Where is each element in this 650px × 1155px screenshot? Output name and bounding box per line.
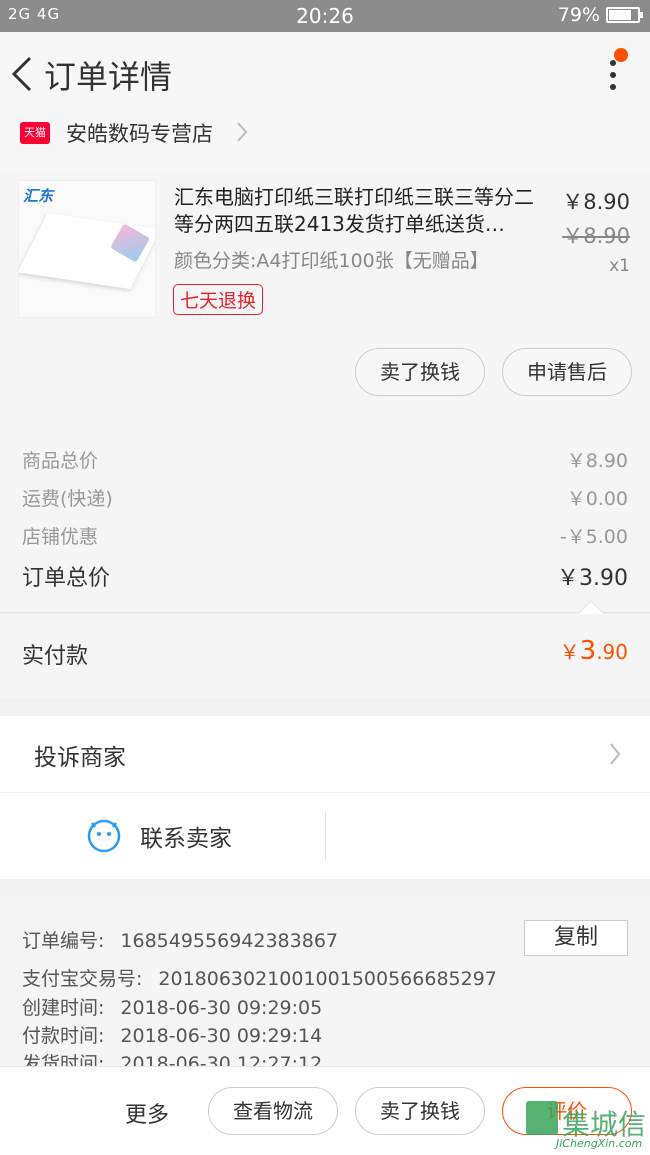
back-icon[interactable] [8, 52, 38, 96]
paid-integer: 3 [579, 636, 597, 666]
product-title[interactable]: 汇东电脑打印纸三联打印纸三联三等分二等分两四五联2413发货打单纸送货… [174, 184, 546, 238]
divider [0, 612, 650, 613]
return-badge: 七天退换 [173, 284, 264, 315]
order-total-value: ￥3.90 [557, 566, 628, 591]
goods-total-value: ￥8.90 [566, 450, 628, 472]
notification-dot [614, 48, 628, 62]
battery-percent: 79% [557, 4, 600, 26]
shipped-value: 2018-06-30 12:27:12 [120, 1053, 323, 1066]
watermark-logo [526, 1101, 558, 1135]
chevron-right-icon [610, 743, 621, 765]
paid-label: 实付款 [22, 644, 89, 669]
paid-time-value: 2018-06-30 09:29:14 [120, 1025, 323, 1047]
tmall-badge: 天猫 [20, 122, 50, 144]
order-total-row: 订单总价 ￥3.90 [22, 560, 628, 592]
product-spec: 颜色分类:A4打印纸100张【无赠品】 [174, 250, 489, 272]
goods-total-row: 商品总价 ￥8.90 [22, 446, 628, 473]
order-number-value: 168549556942383867 [120, 930, 338, 952]
more-button[interactable]: 更多 [125, 1097, 169, 1129]
original-price: ￥8.90 [562, 224, 630, 248]
sell-button[interactable]: 卖了换钱 [355, 1087, 485, 1135]
shipping-row: 运费(快递) ￥0.00 [22, 484, 628, 511]
shipping-value: ￥0.00 [566, 488, 628, 510]
order-total-label: 订单总价 [22, 566, 111, 591]
complain-row[interactable]: 投诉商家 [0, 716, 650, 792]
shop-name: 安皓数码专营店 [66, 122, 213, 146]
after-sale-button[interactable]: 申请售后 [502, 348, 632, 396]
goods-total-label: 商品总价 [22, 450, 99, 472]
paid-time-row: 付款时间: 2018-06-30 09:29:14 [22, 1021, 322, 1048]
status-bar: 2G 4G 20:26 79% [0, 0, 650, 32]
copy-button[interactable]: 复制 [524, 920, 628, 956]
paid-time-label: 付款时间: [22, 1025, 105, 1047]
created-label: 创建时间: [22, 997, 105, 1019]
created-value: 2018-06-30 09:29:05 [120, 997, 323, 1019]
chat-bubble-icon[interactable] [86, 817, 122, 853]
watermark: 集城信 JiChengXin.com [526, 1101, 646, 1151]
sell-button[interactable]: 卖了换钱 [355, 348, 485, 396]
alipay-label: 支付宝交易号: [22, 968, 143, 990]
contact-row: 联系卖家 [0, 793, 650, 879]
chevron-right-icon [237, 122, 248, 142]
order-item: 汇东 汇东电脑打印纸三联打印纸三联三等分二等分两四五联2413发货打单纸送货… … [0, 170, 650, 418]
complain-label: 投诉商家 [34, 745, 126, 771]
order-number-row: 订单编号: 168549556942383867 [22, 926, 338, 953]
shipped-label: 发货时间: [22, 1053, 105, 1066]
shipping-label: 运费(快递) [22, 488, 113, 510]
product-quantity: x1 [609, 256, 630, 276]
nav-bar: 订单详情 [0, 32, 650, 120]
created-row: 创建时间: 2018-06-30 09:29:05 [22, 993, 322, 1020]
order-info: 订单编号: 168549556942383867 复制 支付宝交易号: 201806… [0, 896, 650, 1066]
bottom-action-bar: 更多 查看物流 卖了换钱 评价 集城信 JiChengXin.com [0, 1066, 650, 1155]
paid-decimal: .90 [596, 640, 628, 664]
watermark-url: JiChengXin.com [556, 1137, 643, 1150]
alipay-row: 支付宝交易号: 2018063021001001500566685297 [22, 964, 497, 991]
discount-label: 店铺优惠 [22, 526, 99, 548]
paid-amount: ￥3.90 [560, 636, 628, 666]
product-thumbnail[interactable]: 汇东 [18, 180, 156, 318]
paid-row: 实付款 ￥3.90 [0, 614, 650, 698]
page-title: 订单详情 [44, 58, 173, 96]
brand-logo: 汇东 [23, 187, 54, 205]
alipay-value: 2018063021001001500566685297 [158, 968, 497, 990]
clock: 20:26 [296, 4, 354, 28]
shipped-row: 发货时间: 2018-06-30 12:27:12 [22, 1049, 322, 1066]
discount-value: -￥5.00 [559, 526, 628, 548]
shop-row[interactable]: 天猫 安皓数码专营店 [0, 118, 650, 170]
contact-seller-label[interactable]: 联系卖家 [140, 819, 232, 853]
divider [325, 811, 326, 861]
order-number-label: 订单编号: [22, 930, 105, 952]
more-menu-icon[interactable] [606, 56, 620, 96]
paid-currency: ￥ [559, 640, 580, 664]
battery-icon [606, 7, 643, 23]
discount-row: 店铺优惠 -￥5.00 [22, 522, 628, 549]
product-price: ￥8.90 [562, 190, 630, 214]
price-summary: 商品总价 ￥8.90 运费(快递) ￥0.00 店铺优惠 -￥5.00 订单总价… [0, 418, 650, 613]
view-logistics-button[interactable]: 查看物流 [208, 1087, 338, 1135]
